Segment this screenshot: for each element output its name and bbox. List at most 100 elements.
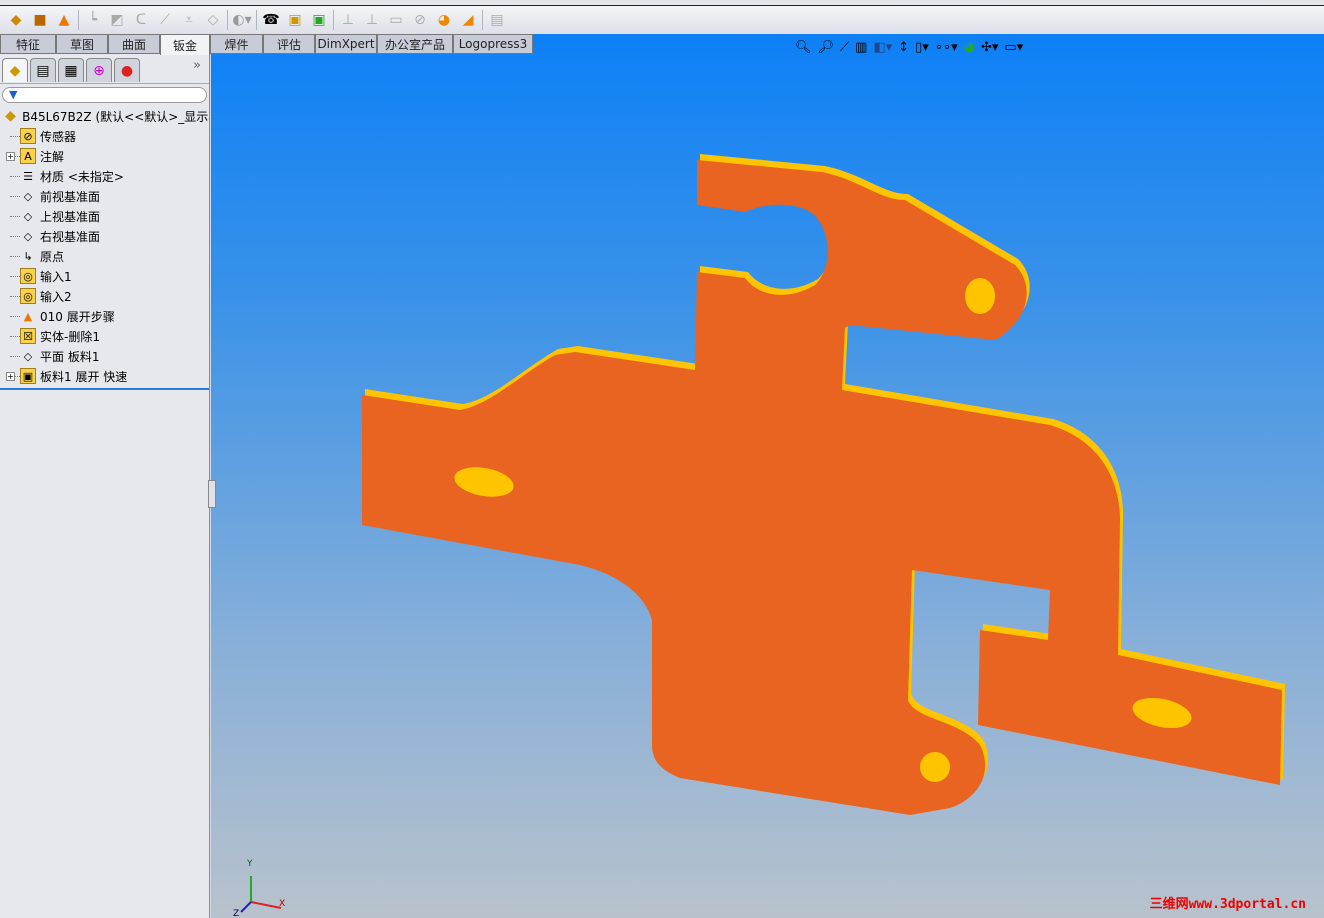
display-style-icon[interactable]: ↕ bbox=[898, 40, 909, 55]
view-settings-icon[interactable]: ✣▾ bbox=[981, 40, 998, 55]
flat-pattern-icon: ▣ bbox=[20, 368, 36, 384]
tree-item-label: 010 展开步骤 bbox=[40, 309, 115, 324]
import-icon: ◎ bbox=[20, 268, 36, 284]
material-icon: ☰ bbox=[23, 169, 33, 183]
hem-icon[interactable]: ᑕ bbox=[131, 10, 151, 30]
triad-x-label: X bbox=[279, 899, 285, 909]
hide-show-icon[interactable]: ▯▾ bbox=[915, 40, 929, 55]
zoom-to-fit-icon[interactable]: 🔍︎ bbox=[795, 40, 812, 55]
tree-item[interactable]: ◇ 平面 板料1 bbox=[0, 346, 209, 366]
axis-triad: Y X Z bbox=[233, 859, 285, 918]
tab-evaluate[interactable]: 评估 bbox=[263, 34, 315, 54]
edit-appearance-icon[interactable]: ∘∘▾ bbox=[935, 40, 958, 55]
cross-break-icon[interactable]: ◇ bbox=[203, 10, 223, 30]
import-icon: ◎ bbox=[20, 288, 36, 304]
panel-collapse-handle[interactable] bbox=[208, 480, 216, 508]
tab-dimxpert[interactable]: DimXpert bbox=[315, 34, 377, 54]
forming-tool-icon[interactable]: ◕ bbox=[434, 10, 454, 30]
tree-item-label: 板料1 展开 快速 bbox=[40, 369, 128, 384]
tree-item[interactable]: + ▣ 板料1 展开 快速 bbox=[0, 366, 209, 386]
monitor-icon[interactable]: ▭▾ bbox=[1004, 40, 1023, 55]
configuration-manager-tab-icon[interactable]: ▦ bbox=[58, 58, 84, 82]
tree-item-label: 实体-删除1 bbox=[40, 329, 100, 344]
tree-item-label: 材质 <未指定> bbox=[40, 169, 124, 184]
tree-item-label: 原点 bbox=[40, 249, 65, 264]
tab-features[interactable]: 特征 bbox=[0, 34, 56, 54]
flatten-icon[interactable]: ⊥ bbox=[338, 10, 358, 30]
tree-connector bbox=[10, 195, 20, 197]
no-bends-icon[interactable]: ⊘ bbox=[410, 10, 430, 30]
convert-icon[interactable]: ▭ bbox=[386, 10, 406, 30]
display-manager-tab-icon[interactable]: ● bbox=[114, 58, 140, 82]
tree-item[interactable]: ☒ 实体-删除1 bbox=[0, 326, 209, 346]
rip-icon[interactable]: ☎ bbox=[261, 10, 281, 30]
cone-icon: ▲ bbox=[23, 309, 33, 323]
tree-connector bbox=[10, 355, 20, 357]
edge-flange-icon[interactable]: ┕ bbox=[83, 10, 103, 30]
tree-item-label: 输入2 bbox=[40, 289, 72, 304]
tree-item[interactable]: ◇ 前视基准面 bbox=[0, 186, 209, 206]
jog-icon[interactable]: ⟋ bbox=[155, 10, 175, 30]
tree-item[interactable]: + A 注解 bbox=[0, 146, 209, 166]
expand-icon[interactable]: + bbox=[6, 151, 15, 161]
tab-logopress3[interactable]: Logopress3 bbox=[453, 34, 533, 54]
plane-icon: ◇ bbox=[23, 209, 33, 223]
unfold-icon[interactable]: ▣ bbox=[285, 10, 305, 30]
tree-connector bbox=[10, 135, 20, 137]
sheet-metal-toolbar: ◆ ■ ▲ ┕ ◩ ᑕ ⟋ ⩡ ◇ ◐▾ ☎ ▣ ▣ ⊥ ⊥ ▭ ⊘ ◕ ◢ ▤ bbox=[0, 6, 1324, 34]
tab-sheet-metal[interactable]: 钣金 bbox=[160, 34, 210, 55]
feature-tree-tab-icon[interactable]: ◆ bbox=[2, 58, 28, 82]
fold-icon[interactable]: ▣ bbox=[309, 10, 329, 30]
tree-item-label: 平面 板料1 bbox=[40, 349, 100, 364]
tree-item[interactable]: ⊘ 传感器 bbox=[0, 126, 209, 146]
tree-item[interactable]: ☰ 材质 <未指定> bbox=[0, 166, 209, 186]
tab-weldments[interactable]: 焊件 bbox=[210, 34, 263, 54]
graphics-area[interactable]: Y X Z 三维网www.3dportal.cn bbox=[211, 34, 1324, 918]
insert-bends-icon[interactable]: ⊥ bbox=[362, 10, 382, 30]
sketched-bend-icon[interactable]: ⩡ bbox=[179, 10, 199, 30]
expand-chevron-icon[interactable]: » bbox=[193, 58, 201, 83]
closed-corner-icon[interactable]: ◐▾ bbox=[232, 10, 252, 30]
tree-item[interactable]: ↳ 原点 bbox=[0, 246, 209, 266]
view-orientation-icon[interactable]: ◧▾ bbox=[873, 40, 892, 55]
part-icon: ◆ bbox=[5, 108, 16, 124]
tree-connector bbox=[10, 295, 20, 297]
section-view-icon[interactable]: ▥ bbox=[855, 40, 867, 55]
tree-item[interactable]: ▲ 010 展开步骤 bbox=[0, 306, 209, 326]
lofted-bend-icon[interactable]: ▲ bbox=[54, 10, 74, 30]
apply-scene-icon[interactable]: ◕ bbox=[964, 40, 975, 55]
zoom-to-area-icon[interactable]: 🔎︎ bbox=[818, 40, 835, 55]
tree-item-label: 右视基准面 bbox=[40, 229, 101, 244]
sensor-folder-icon: ⊘ bbox=[20, 128, 36, 144]
watermark: 三维网www.3dportal.cn bbox=[1149, 897, 1306, 912]
origin-icon: ↳ bbox=[23, 249, 33, 263]
tree-item[interactable]: ◇ 右视基准面 bbox=[0, 226, 209, 246]
previous-view-icon[interactable]: ⟋ bbox=[840, 40, 849, 55]
dimxpert-manager-tab-icon[interactable]: ⊕ bbox=[86, 58, 112, 82]
plane-icon: ◇ bbox=[23, 229, 33, 243]
tab-surfaces[interactable]: 曲面 bbox=[108, 34, 160, 54]
tree-item-label: 输入1 bbox=[40, 269, 72, 284]
expand-icon[interactable]: + bbox=[6, 371, 15, 381]
command-manager-tabs: 特征 草图 曲面 钣金 焊件 评估 DimXpert 办公室产品 Logopre… bbox=[0, 34, 533, 55]
vent-icon[interactable]: ◢ bbox=[458, 10, 478, 30]
tree-item[interactable]: ◎ 输入2 bbox=[0, 286, 209, 306]
tree-connector bbox=[10, 275, 20, 277]
base-flange-icon[interactable]: ◆ bbox=[6, 10, 26, 30]
tree-item[interactable]: ◎ 输入1 bbox=[0, 266, 209, 286]
tab-office-products[interactable]: 办公室产品 bbox=[377, 34, 453, 54]
annotation-folder-icon: A bbox=[20, 148, 36, 164]
heads-up-view-toolbar: 🔍︎ 🔎︎ ⟋ ▥ ◧▾ ↕ ▯▾ ∘∘▾ ◕ ✣▾ ▭▾ bbox=[795, 40, 1023, 55]
tree-filter-input[interactable]: ▼ bbox=[2, 87, 207, 103]
tree-connector bbox=[10, 175, 20, 177]
plane-icon: ◇ bbox=[23, 189, 33, 203]
tree-connector bbox=[10, 255, 20, 257]
tree-root[interactable]: ◆ B45L67B2Z (默认<<默认>_显示状 bbox=[0, 106, 209, 126]
tab-sketch[interactable]: 草图 bbox=[56, 34, 108, 54]
property-manager-tab-icon[interactable]: ▤ bbox=[30, 58, 56, 82]
filter-icon: ▼ bbox=[9, 88, 18, 101]
tree-item[interactable]: ◇ 上视基准面 bbox=[0, 206, 209, 226]
linked-icon[interactable]: ▤ bbox=[487, 10, 507, 30]
miter-flange-icon[interactable]: ◩ bbox=[107, 10, 127, 30]
sheet-metal-icon[interactable]: ■ bbox=[30, 10, 50, 30]
